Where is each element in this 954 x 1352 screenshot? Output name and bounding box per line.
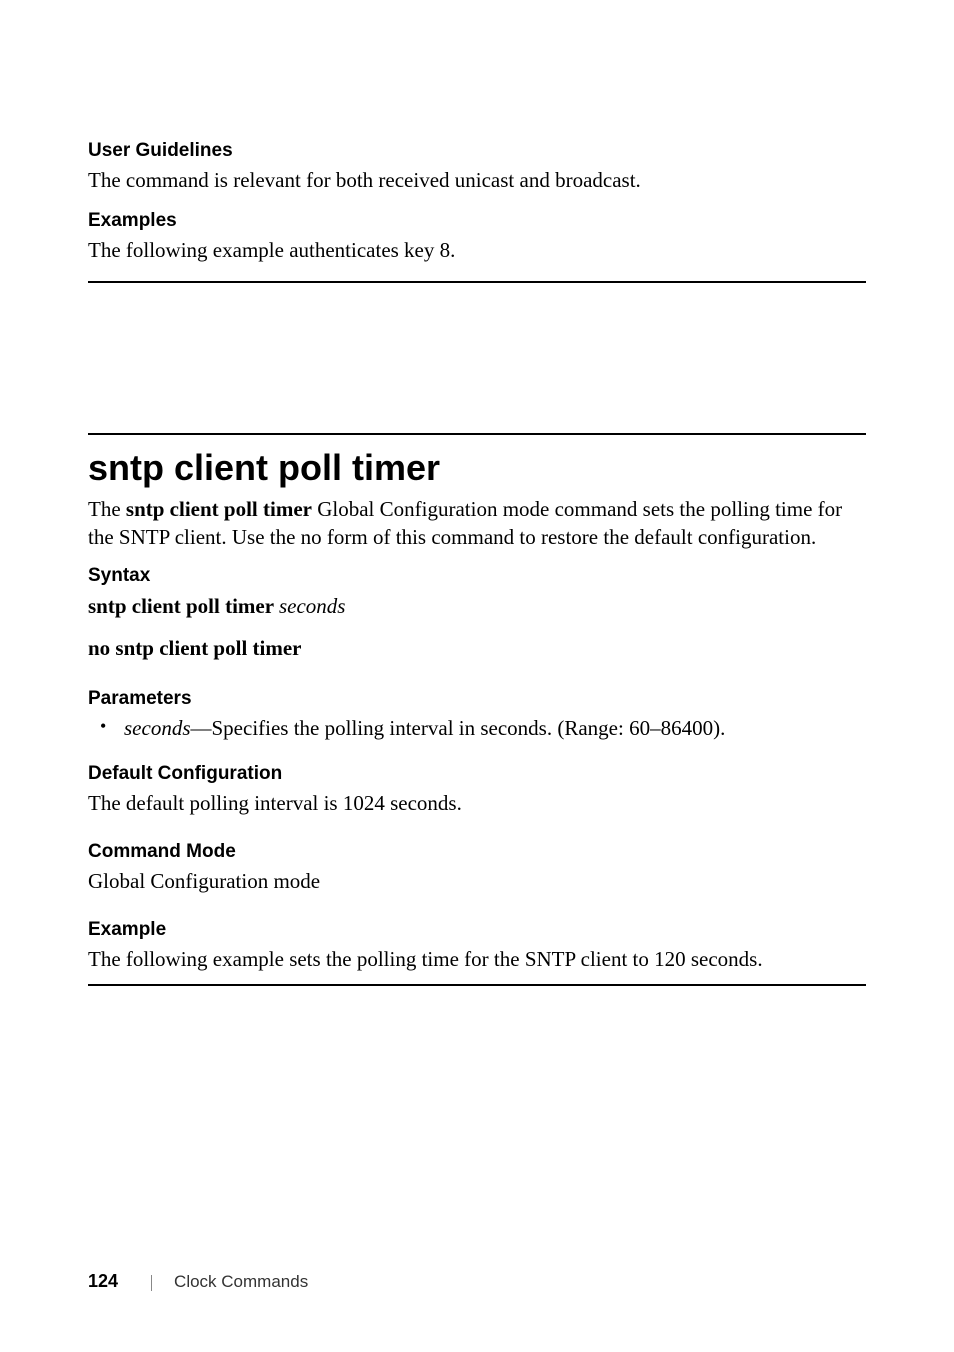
command-mode-block: Command Mode Global Configuration mode bbox=[88, 841, 866, 895]
page-footer: 124 Clock Commands bbox=[88, 1271, 308, 1292]
example-text: The following example sets the polling t… bbox=[88, 945, 866, 973]
user-guidelines-block: User Guidelines The command is relevant … bbox=[88, 140, 866, 194]
user-guidelines-heading: User Guidelines bbox=[88, 140, 866, 162]
desc-bold: sntp client poll timer bbox=[126, 497, 312, 521]
example-block: Example The following example sets the p… bbox=[88, 919, 866, 973]
parameters-item: seconds—Specifies the polling interval i… bbox=[124, 714, 866, 742]
default-config-text: The default polling interval is 1024 sec… bbox=[88, 789, 866, 817]
command-mode-text: Global Configuration mode bbox=[88, 867, 866, 895]
syntax-line-2: no sntp client poll timer bbox=[88, 633, 866, 665]
footer-section-name: Clock Commands bbox=[174, 1272, 308, 1291]
param-text: —Specifies the polling interval in secon… bbox=[191, 716, 726, 740]
example-heading: Example bbox=[88, 919, 866, 941]
command-description: The sntp client poll timer Global Config… bbox=[88, 495, 866, 552]
examples-divider bbox=[88, 281, 866, 283]
default-config-block: Default Configuration The default pollin… bbox=[88, 763, 866, 817]
example-divider bbox=[88, 984, 866, 986]
examples-text: The following example authenticates key … bbox=[88, 236, 866, 264]
examples-heading: Examples bbox=[88, 210, 866, 232]
syntax-block: Syntax sntp client poll timer seconds no… bbox=[88, 565, 866, 664]
command-mode-heading: Command Mode bbox=[88, 841, 866, 863]
syntax-line-1: sntp client poll timer seconds bbox=[88, 591, 866, 623]
parameters-list: seconds—Specifies the polling interval i… bbox=[88, 714, 866, 742]
footer-separator bbox=[151, 1275, 152, 1291]
param-italic: seconds bbox=[124, 716, 191, 740]
syntax-heading: Syntax bbox=[88, 565, 866, 587]
syntax-line2-bold: no sntp client poll timer bbox=[88, 636, 302, 660]
default-config-heading: Default Configuration bbox=[88, 763, 866, 785]
footer-page-number: 124 bbox=[88, 1271, 118, 1291]
parameters-heading: Parameters bbox=[88, 688, 866, 710]
desc-prefix: The bbox=[88, 497, 126, 521]
command-title: sntp client poll timer bbox=[88, 447, 866, 489]
parameters-block: Parameters seconds—Specifies the polling… bbox=[88, 688, 866, 742]
syntax-line1-bold: sntp client poll timer bbox=[88, 594, 279, 618]
syntax-line1-italic: seconds bbox=[279, 594, 346, 618]
user-guidelines-text: The command is relevant for both receive… bbox=[88, 166, 866, 194]
command-top-divider bbox=[88, 433, 866, 435]
examples-block: Examples The following example authentic… bbox=[88, 210, 866, 264]
